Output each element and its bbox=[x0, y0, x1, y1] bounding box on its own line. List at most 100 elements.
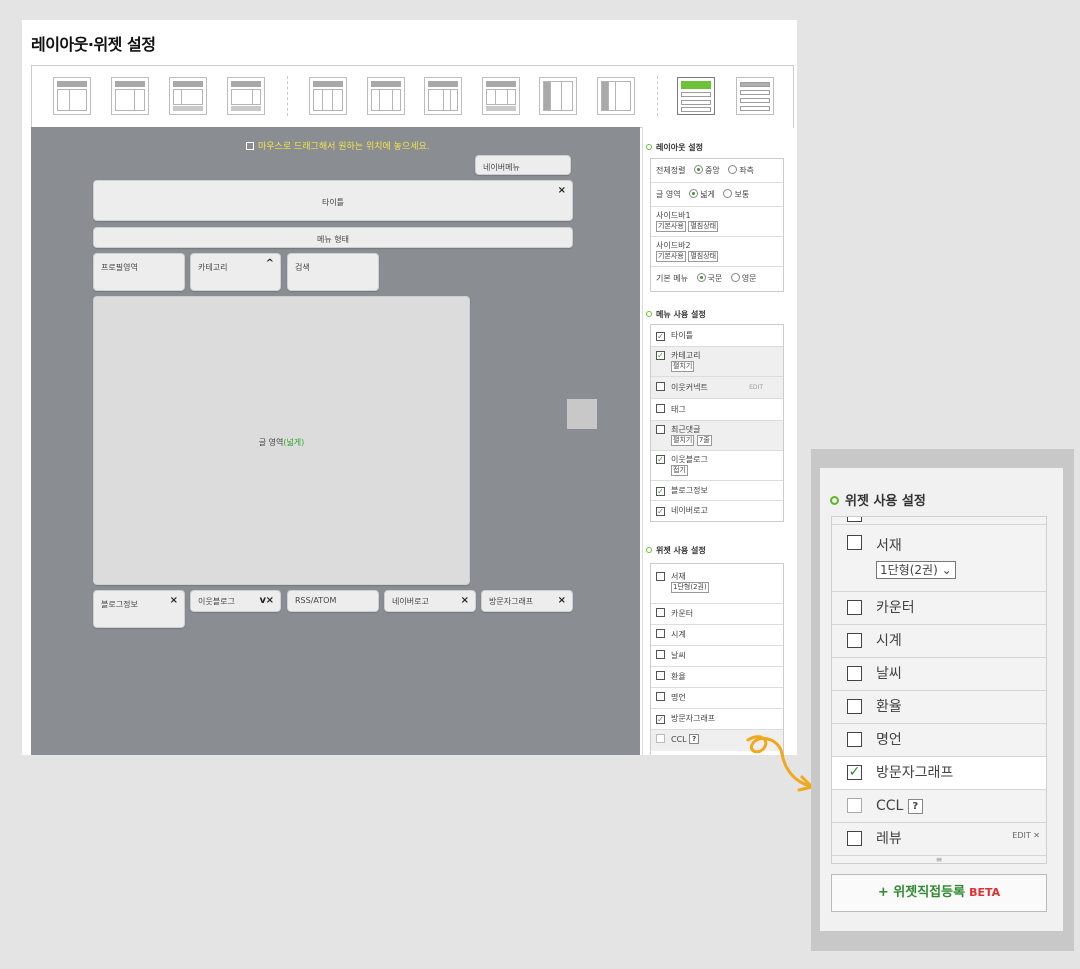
help-icon[interactable]: ? bbox=[689, 734, 700, 744]
menu-blog-info-checkbox[interactable]: ✓ bbox=[656, 487, 665, 496]
neighbor-blog-mode-select[interactable]: 접기 bbox=[671, 465, 688, 476]
search-widget[interactable]: 검색 bbox=[287, 253, 379, 291]
close-icon[interactable]: × bbox=[461, 595, 469, 606]
align-center-radio[interactable] bbox=[694, 165, 703, 174]
widget-item-exchange-rate: 환율 bbox=[651, 667, 783, 688]
content-area-widget[interactable]: 글 영역(넓게) bbox=[93, 296, 470, 585]
zoom-widget-clock: 시계 bbox=[832, 625, 1046, 658]
layout-option-7[interactable] bbox=[424, 77, 462, 115]
neighbor-blog-widget[interactable]: 이웃블로그 v × bbox=[190, 590, 281, 612]
close-icon[interactable]: × bbox=[170, 595, 178, 606]
help-icon[interactable]: ? bbox=[907, 799, 923, 814]
align-left-radio[interactable] bbox=[728, 165, 738, 174]
recent-comments-mode-select[interactable]: 펼치기 bbox=[671, 435, 695, 446]
zoom-widget-library: 서재 1단형(2권) ⌄ bbox=[832, 525, 1046, 592]
menu-item-naver-logo: ✓ 네이버로고 bbox=[656, 506, 708, 516]
zoom-partial-checkbox[interactable] bbox=[847, 517, 862, 522]
layout-settings-table: 전체정렬 중앙 좌측 글 영역 넓게 보통 사이드바1 기본사용 펼침상태 사이… bbox=[650, 158, 784, 292]
sidebar2-row: 사이드바2 기본사용 펼침상태 bbox=[651, 237, 783, 267]
menu-category-checkbox[interactable]: ✓ bbox=[656, 351, 665, 360]
layout-option-8[interactable] bbox=[482, 77, 520, 115]
layout-divider bbox=[287, 76, 288, 116]
menu-recent-comments-checkbox[interactable] bbox=[656, 425, 665, 434]
widget-counter-checkbox[interactable] bbox=[656, 608, 665, 617]
layout-option-12[interactable] bbox=[736, 77, 774, 115]
collapse-icon[interactable]: ^ bbox=[266, 258, 274, 269]
menu-english-radio[interactable] bbox=[730, 273, 740, 282]
zoom-ccl-checkbox[interactable] bbox=[847, 798, 862, 813]
zoom-counter-checkbox[interactable] bbox=[847, 600, 862, 615]
zoom-quote-checkbox[interactable] bbox=[847, 732, 862, 747]
layout-divider-2 bbox=[657, 76, 658, 116]
sidebar2-use-select[interactable]: 기본사용 bbox=[656, 251, 686, 262]
resize-handle-icon[interactable]: ≡ bbox=[832, 856, 1046, 864]
category-widget[interactable]: 카테고리 ^ bbox=[190, 253, 281, 291]
zoom-weather-checkbox[interactable] bbox=[847, 666, 862, 681]
menu-neighbor-connect-checkbox[interactable] bbox=[656, 382, 665, 391]
title-widget[interactable]: 타이틀 × bbox=[93, 180, 573, 221]
bullet-icon bbox=[646, 144, 652, 150]
layout-settings-title: 레이아웃 설정 bbox=[646, 142, 703, 153]
menu-naver-logo-checkbox[interactable]: ✓ bbox=[656, 507, 665, 516]
menu-tag-checkbox[interactable] bbox=[656, 404, 665, 413]
zoom-library-layout-select[interactable]: 1단형(2권) ⌄ bbox=[876, 561, 956, 579]
zoom-review-checkbox[interactable] bbox=[847, 831, 862, 846]
layout-canvas: 마우스로 드래그해서 원하는 위치에 놓으세요. 네이버메뉴 타이틀 × 메뉴 형… bbox=[31, 127, 640, 755]
sidebar1-state-select[interactable]: 펼침상태 bbox=[688, 221, 719, 232]
layout-option-10[interactable] bbox=[597, 77, 635, 115]
text-wide-radio[interactable] bbox=[689, 189, 699, 198]
zoom-widget-list[interactable]: 서재 1단형(2권) ⌄ 카운터 시계 날씨 환율 명언 ✓ 방문자그래프 CCL… bbox=[831, 516, 1047, 864]
widget-quote-checkbox[interactable] bbox=[656, 692, 665, 701]
menu-item-blog-info: ✓ 블로그정보 bbox=[651, 481, 783, 501]
zoom-visitor-graph-checkbox[interactable]: ✓ bbox=[847, 765, 862, 780]
menu-title-checkbox[interactable]: ✓ bbox=[656, 332, 665, 341]
sidebar2-state-select[interactable]: 펼침상태 bbox=[688, 251, 719, 262]
rss-widget[interactable]: RSS/ATOM bbox=[287, 590, 379, 612]
library-layout-select[interactable]: 1단형(2권) bbox=[671, 582, 709, 593]
zoom-partial-row bbox=[832, 517, 1046, 525]
widget-weather-checkbox[interactable] bbox=[656, 650, 665, 659]
widget-settings-table: 서재 1단형(2권) 카운터 시계 날씨 환율 명언 ✓ 방문자그래프 CCL ? bbox=[650, 563, 784, 755]
recent-comments-lines-select[interactable]: 7줄 bbox=[696, 435, 712, 446]
zoom-library-checkbox[interactable] bbox=[847, 535, 862, 550]
register-widget-button[interactable]: + 위젯직접등록 BETA bbox=[831, 874, 1047, 912]
category-mode-select[interactable]: 펼치기 bbox=[671, 361, 695, 372]
widget-clock-checkbox[interactable] bbox=[656, 629, 665, 638]
naver-menu-widget[interactable]: 네이버메뉴 bbox=[475, 155, 571, 175]
page-title: 레이아웃·위젯 설정 bbox=[31, 35, 156, 54]
close-icon[interactable]: × bbox=[558, 595, 566, 606]
drag-cursor-icon bbox=[246, 142, 254, 150]
layout-selector-bar bbox=[31, 65, 794, 128]
layout-option-5[interactable] bbox=[309, 77, 347, 115]
widget-ccl-checkbox[interactable] bbox=[656, 734, 665, 743]
menu-neighbor-blog-checkbox[interactable]: ✓ bbox=[656, 455, 665, 464]
layout-option-6[interactable] bbox=[367, 77, 405, 115]
layout-option-1[interactable] bbox=[53, 77, 91, 115]
menu-settings-table: ✓ 타이틀 ✓ 카테고리 펼치기 이웃커넥트 EDIT 태그 최근댓글 펼치기 7줄 ✓ 이… bbox=[650, 324, 784, 522]
layout-option-2[interactable] bbox=[111, 77, 149, 115]
layout-option-selected[interactable] bbox=[677, 77, 715, 115]
profile-widget[interactable]: 프로필영역 bbox=[93, 253, 185, 291]
review-edit-link[interactable]: EDIT ✕ bbox=[1012, 819, 1040, 852]
widget-visitor-graph-checkbox[interactable]: ✓ bbox=[656, 715, 665, 724]
widget-item-visitor-graph: ✓ 방문자그래프 bbox=[651, 709, 783, 730]
menu-form-widget[interactable]: 메뉴 형태 bbox=[93, 227, 573, 248]
zoom-clock-checkbox[interactable] bbox=[847, 633, 862, 648]
layout-option-3[interactable] bbox=[169, 77, 207, 115]
naver-logo-widget[interactable]: 네이버로고 × bbox=[384, 590, 476, 612]
menu-item-recent-comments: 최근댓글 펼치기 7줄 bbox=[651, 421, 783, 451]
bullet-icon bbox=[830, 496, 839, 505]
widget-library-checkbox[interactable] bbox=[656, 572, 665, 581]
close-icon[interactable]: × bbox=[266, 595, 274, 606]
close-icon[interactable]: ✕ bbox=[1033, 831, 1040, 840]
zoom-exchange-checkbox[interactable] bbox=[847, 699, 862, 714]
widget-exchange-checkbox[interactable] bbox=[656, 671, 665, 680]
close-icon[interactable]: × bbox=[558, 185, 566, 196]
layout-option-4[interactable] bbox=[227, 77, 265, 115]
text-normal-radio[interactable] bbox=[723, 189, 733, 198]
blog-info-widget[interactable]: 블로그정보 × bbox=[93, 590, 185, 628]
layout-option-9[interactable] bbox=[539, 77, 577, 115]
menu-korean-radio[interactable] bbox=[696, 273, 706, 282]
sidebar1-use-select[interactable]: 기본사용 bbox=[656, 221, 686, 232]
visitor-graph-widget[interactable]: 방문자그래프 × bbox=[481, 590, 573, 612]
